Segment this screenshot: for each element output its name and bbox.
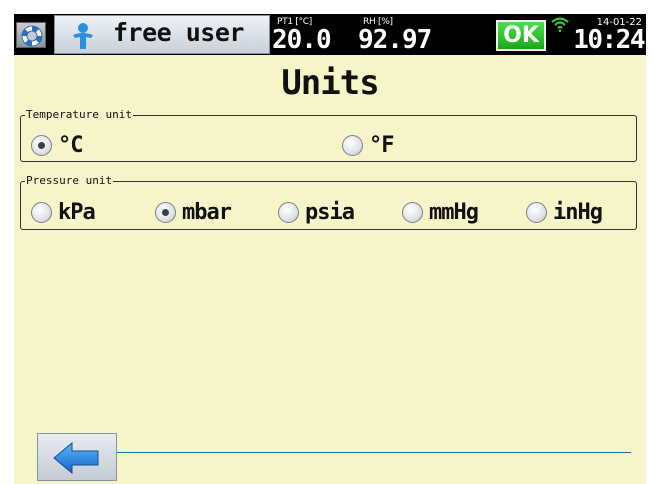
radio-button-icon — [342, 135, 363, 156]
radio-label: °F — [369, 133, 394, 158]
status-badge: OK — [496, 20, 546, 51]
time-display: 10:24 — [573, 25, 645, 55]
user-label: free user — [113, 18, 244, 47]
radio-label: psia — [305, 200, 355, 225]
radio-button-icon — [402, 202, 423, 223]
radio-label: kPa — [58, 200, 96, 225]
lifebuoy-icon — [21, 25, 43, 47]
radio-label: mbar — [182, 200, 232, 225]
back-button[interactable] — [37, 433, 117, 481]
radio-button-icon — [31, 135, 52, 156]
radio-label: °C — [58, 133, 83, 158]
status-bar: free user PT1 [°C] 20.0 RH [%] 92.97 OK … — [14, 14, 646, 55]
back-arrow-icon — [53, 441, 99, 475]
radio-inhg[interactable]: inHg — [526, 200, 603, 225]
radio-label: mmHg — [429, 200, 479, 225]
pressure-unit-legend: Pressure unit — [26, 174, 113, 187]
radio-button-icon — [31, 202, 52, 223]
radio-fahrenheit[interactable]: °F — [342, 133, 394, 158]
pt1-value: 20.0 — [272, 25, 332, 55]
page-title: Units — [281, 63, 379, 103]
wifi-icon — [551, 17, 569, 32]
radio-button-icon — [278, 202, 299, 223]
radio-celsius[interactable]: °C — [31, 133, 83, 158]
temperature-unit-legend: Temperature unit — [26, 108, 132, 121]
help-button[interactable] — [16, 22, 46, 48]
divider-line — [117, 452, 631, 453]
rh-value: 92.97 — [358, 25, 432, 55]
user-icon — [73, 23, 93, 49]
radio-kpa[interactable]: kPa — [31, 200, 96, 225]
radio-mmhg[interactable]: mmHg — [402, 200, 479, 225]
temperature-unit-group: Temperature unit °C °F — [20, 108, 637, 162]
radio-button-icon — [155, 202, 176, 223]
radio-label: inHg — [553, 200, 603, 225]
pressure-unit-group: Pressure unit kPa mbar psia mmHg inHg — [20, 174, 637, 230]
radio-psia[interactable]: psia — [278, 200, 355, 225]
user-button[interactable]: free user — [54, 15, 270, 54]
radio-mbar[interactable]: mbar — [155, 200, 232, 225]
radio-button-icon — [526, 202, 547, 223]
main-panel: Units Temperature unit °C °F Pressure un… — [14, 55, 646, 484]
